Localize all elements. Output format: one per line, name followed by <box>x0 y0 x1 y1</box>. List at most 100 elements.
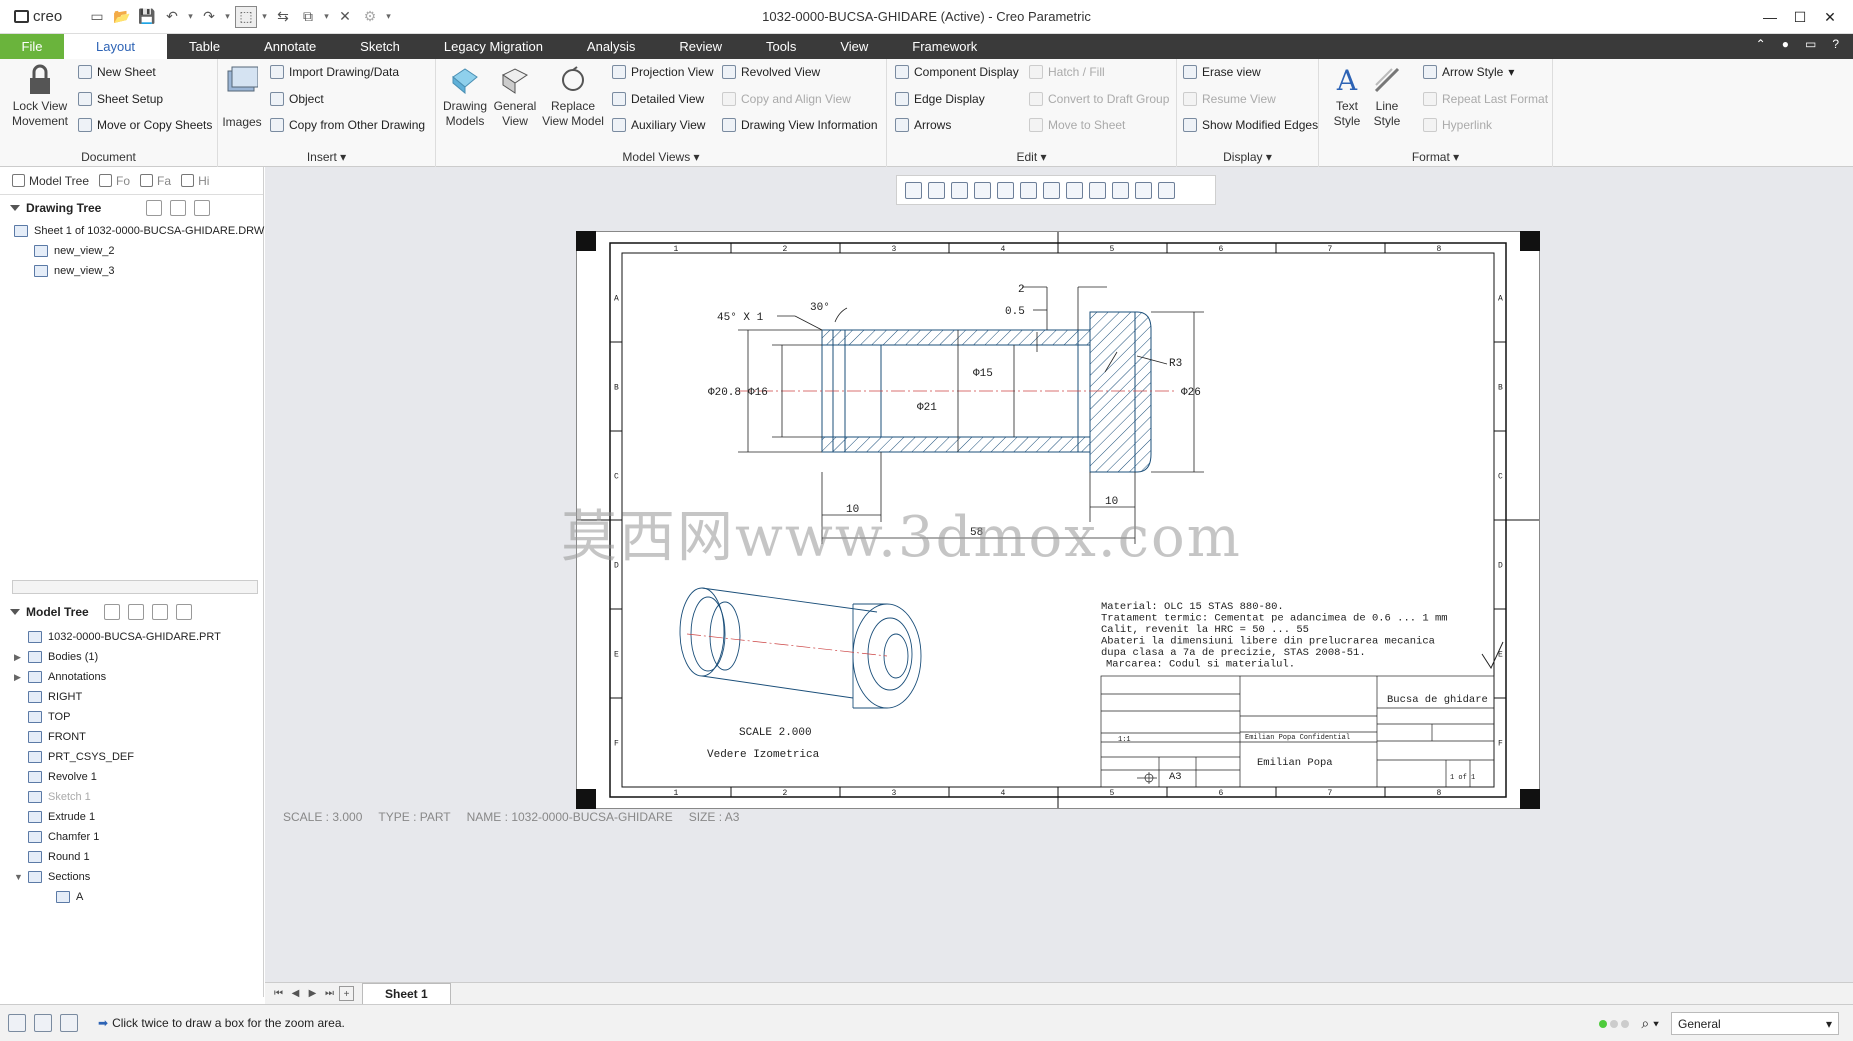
hatch-fill-button[interactable]: Hatch / Fill <box>1029 62 1105 82</box>
model-tree-item[interactable]: PRT_CSYS_DEF <box>14 747 221 767</box>
point-display-icon[interactable] <box>1135 181 1152 199</box>
copy-align-view-button[interactable]: Copy and Align View <box>722 89 851 109</box>
redo-icon[interactable]: ↷ <box>198 6 220 28</box>
tree-show-icon[interactable] <box>170 200 186 216</box>
regeneration-status-icon[interactable] <box>1599 1019 1630 1028</box>
detailed-view-button[interactable]: Detailed View <box>612 89 704 109</box>
select-box-icon[interactable]: ⬚ <box>235 5 257 28</box>
windows-icon[interactable]: ⧉ <box>297 6 319 28</box>
tree-settings-icon[interactable] <box>146 200 162 216</box>
close-icon[interactable]: ✕ <box>1815 5 1845 29</box>
toggle-browser-icon[interactable] <box>34 1014 52 1032</box>
tab-legacy-migration[interactable]: Legacy Migration <box>422 34 565 59</box>
import-drawing-data-button[interactable]: Import Drawing/Data <box>270 62 399 82</box>
move-to-sheet-button[interactable]: Move to Sheet <box>1029 115 1125 135</box>
component-display-button[interactable]: Component Display <box>895 62 1019 82</box>
csys-display-icon[interactable] <box>1158 181 1175 199</box>
tab-analysis[interactable]: Analysis <box>565 34 657 59</box>
edge-display-button[interactable]: Edge Display <box>895 89 985 109</box>
tab-table[interactable]: Table <box>167 34 242 59</box>
tab-favorites[interactable]: Fa <box>140 174 171 188</box>
drawing-view-information-button[interactable]: Drawing View Information <box>722 115 878 135</box>
save-icon[interactable]: 💾 <box>136 6 158 28</box>
expand-icon[interactable]: ▶ <box>14 672 22 683</box>
tab-history[interactable]: Hi <box>181 174 209 188</box>
tab-model-tree[interactable]: Model Tree <box>12 174 89 188</box>
next-sheet-icon[interactable]: ▶ <box>305 986 320 1001</box>
display-style-icon[interactable] <box>997 181 1014 199</box>
model-tree-item[interactable]: FRONT <box>14 727 221 747</box>
group-label-model-views[interactable]: Model Views ▾ <box>436 150 886 164</box>
tab-tools[interactable]: Tools <box>744 34 818 59</box>
select-dropdown-icon[interactable]: ▾ <box>260 11 269 22</box>
replace-view-model-button[interactable]: Replace View Model <box>540 63 606 129</box>
general-view-button[interactable]: General View <box>490 63 540 129</box>
group-label-format[interactable]: Format ▾ <box>1319 150 1552 164</box>
model-tree-item[interactable]: Extrude 1 <box>14 807 221 827</box>
settings-icon[interactable]: ⚙ <box>359 6 381 28</box>
repaint-icon[interactable] <box>974 181 991 199</box>
model-tree-item[interactable]: Chamfer 1 <box>14 827 221 847</box>
auxiliary-view-button[interactable]: Auxiliary View <box>612 115 705 135</box>
model-tree-item[interactable]: 1032-0000-BUCSA-GHIDARE.PRT <box>14 627 221 647</box>
text-style-button[interactable]: A Text Style <box>1329 63 1365 129</box>
tree-item-sheet[interactable]: Sheet 1 of 1032-0000-BUCSA-GHIDARE.DRW <box>14 221 264 241</box>
lock-view-movement-button[interactable]: Lock View Movement <box>8 63 72 129</box>
model-tree-item[interactable]: TOP <box>14 707 221 727</box>
show-modified-edges-button[interactable]: Show Modified Edges <box>1183 115 1318 135</box>
minimize-icon[interactable]: — <box>1755 5 1785 29</box>
help-icon[interactable]: ? <box>1832 37 1839 51</box>
tree-item-view[interactable]: new_view_3 <box>14 261 263 281</box>
hyperlink-button[interactable]: Hyperlink <box>1423 115 1492 135</box>
model-tree-item[interactable]: ▼ Sections <box>14 867 221 887</box>
saved-views-icon[interactable] <box>1020 181 1037 199</box>
tab-sketch[interactable]: Sketch <box>338 34 422 59</box>
model-tree-item[interactable]: RIGHT <box>14 687 221 707</box>
user-icon[interactable]: ● <box>1782 37 1789 51</box>
convert-draft-group-button[interactable]: Convert to Draft Group <box>1029 89 1169 109</box>
model-tree-item[interactable]: Revolve 1 <box>14 767 221 787</box>
close-window-icon[interactable]: ✕ <box>334 6 356 28</box>
arrows-button[interactable]: Arrows <box>895 115 951 135</box>
new-file-icon[interactable]: ▭ <box>86 6 108 28</box>
model-tree-item[interactable]: Sketch 1 <box>14 787 221 807</box>
layers-icon[interactable] <box>1043 181 1060 199</box>
group-label-edit[interactable]: Edit ▾ <box>887 150 1176 164</box>
model-tree-item[interactable]: ▶ Annotations <box>14 667 221 687</box>
arrow-style-button[interactable]: Arrow Style ▾ <box>1423 62 1514 82</box>
last-sheet-icon[interactable]: ⏭ <box>322 986 337 1001</box>
tab-annotate[interactable]: Annotate <box>242 34 338 59</box>
annotation-display-icon[interactable] <box>1089 181 1106 199</box>
zoom-out-icon[interactable] <box>951 181 968 199</box>
sheet-setup-button[interactable]: Sheet Setup <box>78 89 163 109</box>
projection-view-button[interactable]: Projection View <box>612 62 714 82</box>
collapse-icon[interactable]: ▼ <box>14 872 23 882</box>
group-label-insert[interactable]: Insert ▾ <box>218 150 435 164</box>
windows-dropdown-icon[interactable]: ▾ <box>322 11 331 22</box>
tab-sheet-1[interactable]: Sheet 1 <box>362 983 451 1004</box>
first-sheet-icon[interactable]: ⏮ <box>271 986 286 1001</box>
tab-review[interactable]: Review <box>657 34 744 59</box>
model-icon[interactable] <box>104 604 120 620</box>
model-tree-item[interactable]: A <box>14 887 221 907</box>
images-button[interactable]: Images <box>222 63 262 130</box>
group-label-display[interactable]: Display ▾ <box>1177 150 1318 164</box>
selection-filter-select[interactable]: General ▾ <box>1671 1012 1839 1035</box>
tree-item-view[interactable]: new_view_2 <box>14 241 263 261</box>
line-style-button[interactable]: Line Style <box>1369 63 1405 129</box>
full-screen-icon[interactable] <box>60 1014 78 1032</box>
graphics-area[interactable]: 1122334455667788 AABBCCDDEEFF 45° X 1 30… <box>265 167 1853 982</box>
drawing-tree-scrollbar[interactable] <box>12 580 258 594</box>
move-copy-sheets-button[interactable]: Move or Copy Sheets <box>78 115 212 135</box>
tree-show-icon[interactable] <box>152 604 168 620</box>
refit-icon[interactable] <box>905 181 922 199</box>
find-icon[interactable]: ⌕ ▾ <box>1641 1015 1659 1032</box>
redo-dropdown-icon[interactable]: ▾ <box>223 11 232 22</box>
toggle-navigator-icon[interactable] <box>8 1014 26 1032</box>
regenerate-icon[interactable]: ⇆ <box>272 6 294 28</box>
zoom-in-icon[interactable] <box>928 181 945 199</box>
model-tree-item[interactable]: ▶ Bodies (1) <box>14 647 221 667</box>
undo-dropdown-icon[interactable]: ▾ <box>186 11 195 22</box>
new-sheet-button[interactable]: New Sheet <box>78 62 156 82</box>
prev-sheet-icon[interactable]: ◀ <box>288 986 303 1001</box>
